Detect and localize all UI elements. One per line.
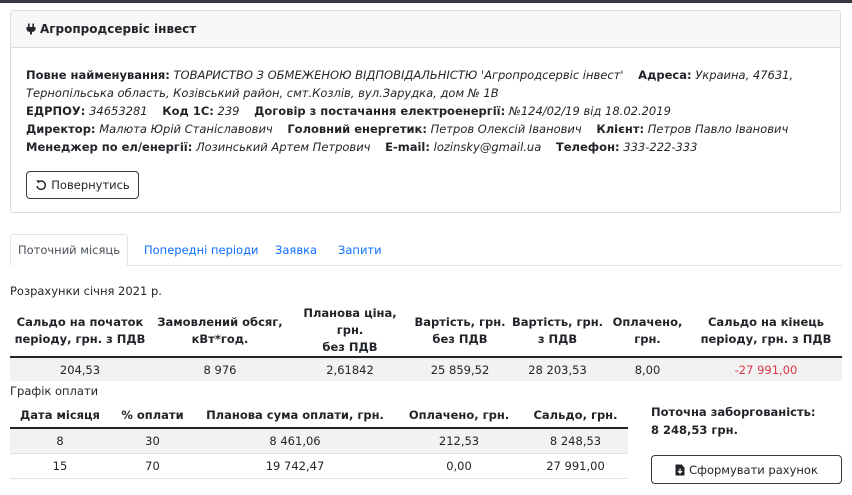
schedule-percent: 30 (110, 428, 195, 454)
schedule-header-row: Дата місяця % оплати Планова сума оплати… (10, 404, 628, 429)
schedule-header-planned-sum: Планова сума оплати, грн. (195, 404, 395, 429)
calc-paid: 8,00 (634, 362, 661, 377)
calc-header-paid: Оплачено, грн. (605, 305, 690, 358)
card-header: Агропродсервіс інвест (11, 11, 840, 48)
undo-icon (36, 180, 47, 191)
calc-planned-price: 2,61842 (326, 362, 374, 377)
chief-energy-label: Головний енергетик: (287, 122, 427, 136)
company-info: Повне найменування: ТОВАРИСТВО З ОБМЕЖЕН… (26, 66, 826, 156)
generate-invoice-button[interactable]: Сформувати рахунок (651, 455, 842, 484)
edrpou-value: 34653281 (89, 104, 148, 118)
calc-header-planned-price: Планова ціна, грн. без ПДВ (290, 305, 410, 358)
schedule-date: 15 (10, 453, 110, 479)
client-label: Клієнт: (596, 122, 645, 136)
table-row: 15 70 19 742,47 0,00 27 991,00 (10, 453, 628, 479)
schedule-balance: 8 248,53 (523, 428, 628, 454)
calc-ordered-volume: 8 976 (203, 362, 237, 377)
calc-title: Розрахунки січня 2021 р. (10, 284, 162, 298)
generate-invoice-label: Сформувати рахунок (689, 462, 818, 477)
back-button-label: Повернутись (51, 178, 130, 192)
tab-inquiries[interactable]: Запити (338, 234, 382, 265)
full-name-label: Повне найменування: (26, 68, 170, 82)
schedule-header-date: Дата місяця (10, 404, 110, 429)
schedule-header-percent: % оплати (110, 404, 195, 429)
schedule-header-balance: Сальдо, грн. (523, 404, 628, 429)
current-debt: Поточна заборгованість: 8 248,53 грн. (651, 403, 816, 439)
plug-icon (26, 23, 36, 35)
schedule-date: 8 (10, 428, 110, 454)
current-debt-label: Поточна заборгованість: (651, 405, 816, 419)
contract-label: Договір з постачання електроенергії: (254, 104, 506, 118)
top-bar (0, 0, 852, 3)
calc-header-row: Сальдо на початок періоду, грн. з ПДВ Зам… (10, 305, 842, 358)
calc-header-ordered-volume: Замовлений обсяг, кВт*год. (150, 305, 290, 358)
schedule-table: Дата місяця % оплати Планова сума оплати… (10, 404, 628, 479)
email-value: lozinsky@gmail.ua (433, 140, 542, 154)
schedule-planned-sum: 19 742,47 (195, 453, 395, 479)
edrpou-label: ЕДРПОУ: (26, 104, 86, 118)
manager-label: Менеджер по ел/енергії: (26, 140, 193, 154)
tab-previous-periods[interactable]: Попередні періоди (144, 234, 259, 265)
chief-energy-value: Петров Олексій Іванович (430, 122, 582, 136)
file-download-icon (675, 464, 685, 475)
current-debt-value: 8 248,53 грн. (651, 423, 738, 437)
manager-value: Лозинський Артем Петрович (195, 140, 371, 154)
calc-cost-no-vat: 25 859,52 (430, 362, 490, 377)
schedule-balance: 27 991,00 (523, 453, 628, 479)
director-label: Директор: (26, 122, 96, 136)
phone-label: Телефон: (555, 140, 620, 154)
table-row: 204,53 8 976 2,61842 25 859,52 28 203,53… (10, 357, 842, 381)
company-card: Агропродсервіс інвест Повне найменування… (10, 10, 841, 213)
calc-header-cost-no-vat: Вартість, грн. без ПДВ (410, 305, 510, 358)
code1c-value: 239 (217, 104, 240, 118)
calc-closing-balance: -27 991,00 (734, 362, 798, 377)
schedule-percent: 70 (110, 453, 195, 479)
contract-value: №124/02/19 від 18.02.2019 (508, 104, 671, 118)
full-name-value: ТОВАРИСТВО З ОБМЕЖЕНОЮ ВІДПОВІДАЛЬНІСТЮ … (173, 68, 624, 82)
schedule-header-paid: Оплачено, грн. (395, 404, 523, 429)
client-value: Петров Павло Іванович (647, 122, 789, 136)
calc-table: Сальдо на початок періоду, грн. з ПДВ Зам… (10, 305, 842, 381)
phone-value: 333-222-333 (623, 140, 698, 154)
address-label: Адреса: (638, 68, 692, 82)
schedule-planned-sum: 8 461,06 (195, 428, 395, 454)
schedule-paid: 212,53 (395, 428, 523, 454)
code1c-label: Код 1С: (162, 104, 214, 118)
calc-header-opening-balance: Сальдо на початок періоду, грн. з ПДВ (10, 305, 150, 358)
calc-header-cost-vat: Вартість, грн. з ПДВ (510, 305, 605, 358)
director-value: Малюта Юрій Станіславович (99, 122, 273, 136)
email-label: E-mail: (385, 140, 430, 154)
table-row: 8 30 8 461,06 212,53 8 248,53 (10, 428, 628, 454)
back-button[interactable]: Повернутись (26, 171, 139, 199)
schedule-paid: 0,00 (395, 453, 523, 479)
tab-request[interactable]: Заявка (275, 234, 317, 265)
calc-opening-balance: 204,53 (59, 362, 101, 377)
calc-header-closing-balance: Сальдо на кінець періоду, грн. з ПДВ (690, 305, 842, 358)
tab-current-month[interactable]: Поточний місяць (10, 234, 128, 266)
calc-cost-vat: 28 203,53 (528, 362, 587, 377)
tab-bar: Поточний місяць Попередні періоди Заявка… (10, 234, 842, 266)
company-title: Агропродсервіс інвест (40, 22, 197, 36)
schedule-title: Графік оплати (10, 384, 99, 398)
